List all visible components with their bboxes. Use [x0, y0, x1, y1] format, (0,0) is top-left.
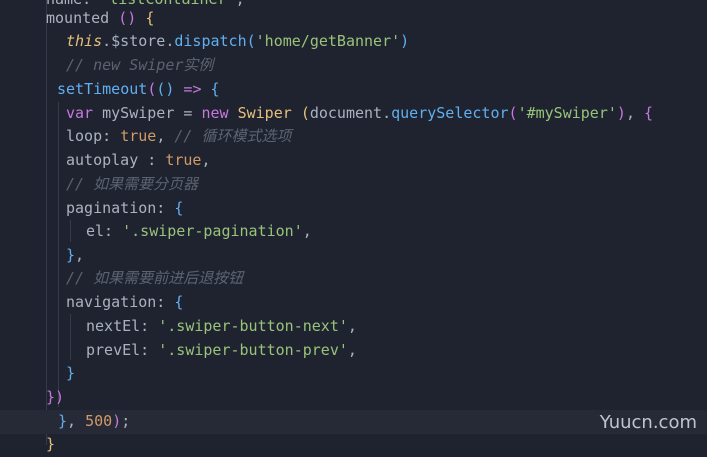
code-token: , [302, 222, 312, 240]
code-token: pagination: [66, 199, 175, 217]
code-token: '.swiper-button-prev' [158, 341, 348, 359]
code-token: ) [616, 104, 626, 122]
code-line[interactable]: }) [0, 386, 707, 410]
code-line[interactable]: loop: true, // 循环模式选项 [0, 125, 707, 149]
code-token: new [201, 104, 238, 122]
code-token: ( [246, 32, 256, 50]
code-token: 'home/getBanner' [255, 32, 401, 50]
code-token: setTimeout [57, 80, 148, 98]
watermark: Yuucn.com [599, 412, 697, 433]
code-token: { [174, 199, 184, 217]
code-token: autoplay : [66, 151, 166, 169]
code-line[interactable]: prevEl: '.swiper-button-prev', [0, 339, 707, 363]
code-token: mySwiper [102, 104, 184, 122]
code-token: }) [46, 388, 65, 406]
code-token: => [174, 80, 211, 98]
code-token: loop: [66, 127, 121, 145]
code-token: , [347, 341, 357, 359]
code-line[interactable]: nextEl: '.swiper-button-next', [0, 315, 707, 339]
code-token: { [644, 104, 654, 122]
code-token: mounted [46, 9, 119, 27]
code-token: querySelector [391, 104, 509, 122]
code-token: . [382, 104, 392, 122]
code-token: } [66, 246, 76, 264]
code-token: // 循环模式选项 [174, 127, 292, 145]
code-token: ( [300, 104, 310, 122]
code-token: , [625, 104, 644, 122]
code-token: , [156, 127, 175, 145]
code-token: dispatch [174, 32, 247, 50]
code-line[interactable]: navigation: { [0, 291, 707, 315]
code-token: () [118, 9, 137, 27]
code-line[interactable]: } [0, 362, 707, 386]
code-token: el: [86, 222, 123, 240]
code-token: Swiper [237, 104, 301, 122]
code-line[interactable]: autoplay : true, [0, 149, 707, 173]
code-token: = [183, 104, 202, 122]
code-token: () [156, 80, 175, 98]
code-line[interactable]: // 如果需要前进后退按钮 [0, 267, 707, 291]
code-token: } [46, 435, 56, 453]
code-token: true [120, 127, 157, 145]
code-token: this [66, 32, 103, 50]
code-token: var [66, 104, 103, 122]
code-token: ; [121, 412, 131, 430]
code-token: 500 [85, 412, 113, 430]
code-token: , [201, 151, 211, 169]
code-token: '.swiper-pagination' [122, 222, 303, 240]
code-token: true [165, 151, 202, 169]
code-line[interactable]: // new Swiper实例 [0, 54, 707, 78]
code-token: } [66, 364, 76, 382]
code-token: ( [147, 80, 157, 98]
code-token: { [210, 80, 220, 98]
code-token: document [309, 104, 383, 122]
code-token: navigation: [66, 293, 175, 311]
code-token: // new Swiper实例 [66, 56, 214, 74]
code-token: , [67, 412, 86, 430]
code-token: '.swiper-button-next' [158, 317, 348, 335]
code-token: ( [508, 104, 518, 122]
code-token: ) [112, 412, 122, 430]
code-token: } [58, 412, 68, 430]
code-token: '#mySwiper' [517, 104, 617, 122]
code-line[interactable]: var mySwiper = new Swiper (document.quer… [0, 102, 707, 126]
code-line[interactable]: // 如果需要分页器 [0, 173, 707, 197]
code-line[interactable]: setTimeout(() => { [0, 78, 707, 102]
code-line[interactable]: pagination: { [0, 197, 707, 221]
code-token: nextEl: [86, 317, 159, 335]
code-line[interactable]: mounted () { [0, 7, 707, 31]
code-line[interactable]: el: '.swiper-pagination', [0, 220, 707, 244]
code-token: { [174, 293, 184, 311]
code-line[interactable]: this.$store.dispatch('home/getBanner') [0, 30, 707, 54]
code-token: // 如果需要前进后退按钮 [66, 269, 244, 287]
code-token: { [145, 9, 155, 27]
code-token: $store [111, 32, 166, 50]
code-token: . [102, 32, 112, 50]
code-token: ) [400, 32, 410, 50]
code-token: // 如果需要分页器 [66, 175, 199, 193]
code-editor[interactable]: name: 'listContainer',mounted () {this.$… [0, 0, 707, 453]
code-token: prevEl: [86, 341, 159, 359]
code-token: , [75, 246, 85, 264]
code-line[interactable]: }, [0, 244, 707, 268]
code-token: , [347, 317, 357, 335]
